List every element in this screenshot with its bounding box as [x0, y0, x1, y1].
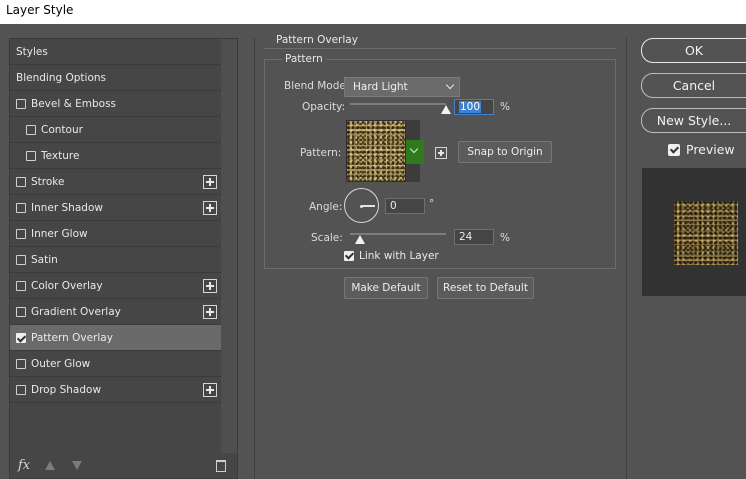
style-item-checkbox[interactable]	[16, 332, 26, 343]
scale-label: Scale:	[311, 232, 343, 244]
ok-button[interactable]: OK	[641, 38, 746, 63]
style-item-color-overlay[interactable]: Color Overlay	[10, 273, 221, 299]
opacity-slider[interactable]	[350, 103, 446, 105]
opacity-slider-thumb[interactable]	[441, 105, 451, 114]
style-item-checkbox[interactable]	[16, 306, 26, 317]
make-default-button[interactable]: Make Default	[344, 277, 428, 299]
style-item-texture[interactable]: Texture	[10, 143, 221, 169]
preview-checkbox[interactable]	[668, 144, 680, 156]
add-effect-icon[interactable]	[203, 201, 217, 215]
section-title: Pattern Overlay	[273, 34, 361, 46]
link-with-layer-checkbox[interactable]	[344, 251, 354, 261]
scale-unit: %	[500, 232, 510, 244]
style-item-checkbox[interactable]	[16, 202, 26, 213]
angle-unit: °	[429, 198, 435, 210]
style-list: Styles Blending Options Bevel & Emboss Cont…	[9, 38, 238, 479]
pattern-label: Pattern:	[300, 147, 342, 159]
style-item-label: Texture	[41, 149, 80, 162]
style-item-label: Satin	[31, 253, 58, 266]
chevron-down-icon	[409, 144, 419, 154]
pattern-swatch[interactable]	[346, 120, 406, 182]
fx-button[interactable]: fx	[18, 458, 30, 473]
angle-label: Angle:	[309, 201, 343, 213]
style-item-outer-glow[interactable]: Outer Glow	[10, 351, 221, 377]
opacity-unit: %	[500, 101, 510, 113]
style-item-label: Styles	[16, 45, 48, 58]
window-title: Layer Style	[0, 0, 746, 24]
blend-mode-select[interactable]: Hard Light	[344, 77, 460, 97]
style-list-toolbar: fx	[9, 455, 238, 479]
opacity-label: Opacity:	[302, 101, 346, 113]
add-effect-icon[interactable]	[203, 305, 217, 319]
style-item-gradient-overlay[interactable]: Gradient Overlay	[10, 299, 221, 325]
style-item-label: Stroke	[31, 175, 65, 188]
style-item-checkbox[interactable]	[26, 124, 36, 135]
style-item-pattern-overlay[interactable]: Pattern Overlay	[10, 325, 221, 351]
add-effect-icon[interactable]	[203, 175, 217, 189]
blend-mode-value: Hard Light	[353, 81, 408, 93]
style-item-label: Outer Glow	[31, 357, 91, 370]
style-item-checkbox[interactable]	[16, 176, 26, 187]
add-effect-icon[interactable]	[203, 383, 217, 397]
style-item-checkbox[interactable]	[16, 358, 26, 369]
angle-input[interactable]: 0	[385, 198, 425, 214]
style-item-label: Blending Options	[16, 71, 106, 84]
new-style-button[interactable]: New Style...	[641, 108, 746, 133]
cancel-button[interactable]: Cancel	[641, 73, 746, 98]
style-item-checkbox[interactable]	[16, 280, 26, 291]
style-item-checkbox[interactable]	[16, 228, 26, 239]
style-item-label: Gradient Overlay	[31, 305, 121, 318]
reset-to-default-button[interactable]: Reset to Default	[437, 277, 534, 299]
style-item-bevel-emboss[interactable]: Bevel & Emboss	[10, 91, 221, 117]
blend-mode-label: Blend Mode:	[284, 80, 350, 92]
add-effect-icon[interactable]	[203, 279, 217, 293]
chevron-down-icon	[445, 80, 455, 90]
style-item-label: Inner Shadow	[31, 201, 103, 214]
style-item-inner-glow[interactable]: Inner Glow	[10, 221, 221, 247]
link-with-layer-label: Link with Layer	[359, 250, 439, 262]
section-divider	[264, 48, 616, 49]
pattern-picker-button[interactable]	[406, 140, 424, 164]
style-item-checkbox[interactable]	[26, 150, 36, 161]
group-title: Pattern	[282, 53, 326, 65]
snap-to-origin-button[interactable]: Snap to Origin	[458, 141, 552, 163]
style-item-checkbox[interactable]	[16, 254, 26, 265]
style-item-blending-options[interactable]: Blending Options	[10, 65, 221, 91]
style-item-checkbox[interactable]	[16, 98, 26, 109]
scale-input[interactable]: 24	[454, 229, 494, 245]
style-item-styles[interactable]: Styles	[10, 39, 221, 65]
angle-dial[interactable]	[344, 188, 379, 223]
move-down-icon[interactable]	[72, 461, 82, 470]
style-item-label: Contour	[41, 123, 83, 136]
style-item-inner-shadow[interactable]: Inner Shadow	[10, 195, 221, 221]
preview-label: Preview	[686, 142, 735, 157]
style-item-label: Inner Glow	[31, 227, 88, 240]
opacity-input[interactable]: 100	[454, 99, 494, 115]
style-item-label: Bevel & Emboss	[31, 97, 117, 110]
scale-slider-thumb[interactable]	[354, 235, 365, 244]
style-item-drop-shadow[interactable]: Drop Shadow	[10, 377, 221, 403]
style-item-stroke[interactable]: Stroke	[10, 169, 221, 195]
preview-thumbnail	[674, 201, 738, 265]
style-item-label: Color Overlay	[31, 279, 103, 292]
style-item-label: Pattern Overlay	[31, 331, 113, 344]
move-up-icon[interactable]	[45, 461, 55, 470]
trash-icon[interactable]	[216, 460, 226, 472]
style-item-contour[interactable]: Contour	[10, 117, 221, 143]
style-list-scrollbar[interactable]	[221, 39, 237, 453]
new-preset-icon[interactable]	[435, 147, 447, 159]
style-item-label: Drop Shadow	[31, 383, 102, 396]
style-item-satin[interactable]: Satin	[10, 247, 221, 273]
style-item-checkbox[interactable]	[16, 384, 26, 395]
